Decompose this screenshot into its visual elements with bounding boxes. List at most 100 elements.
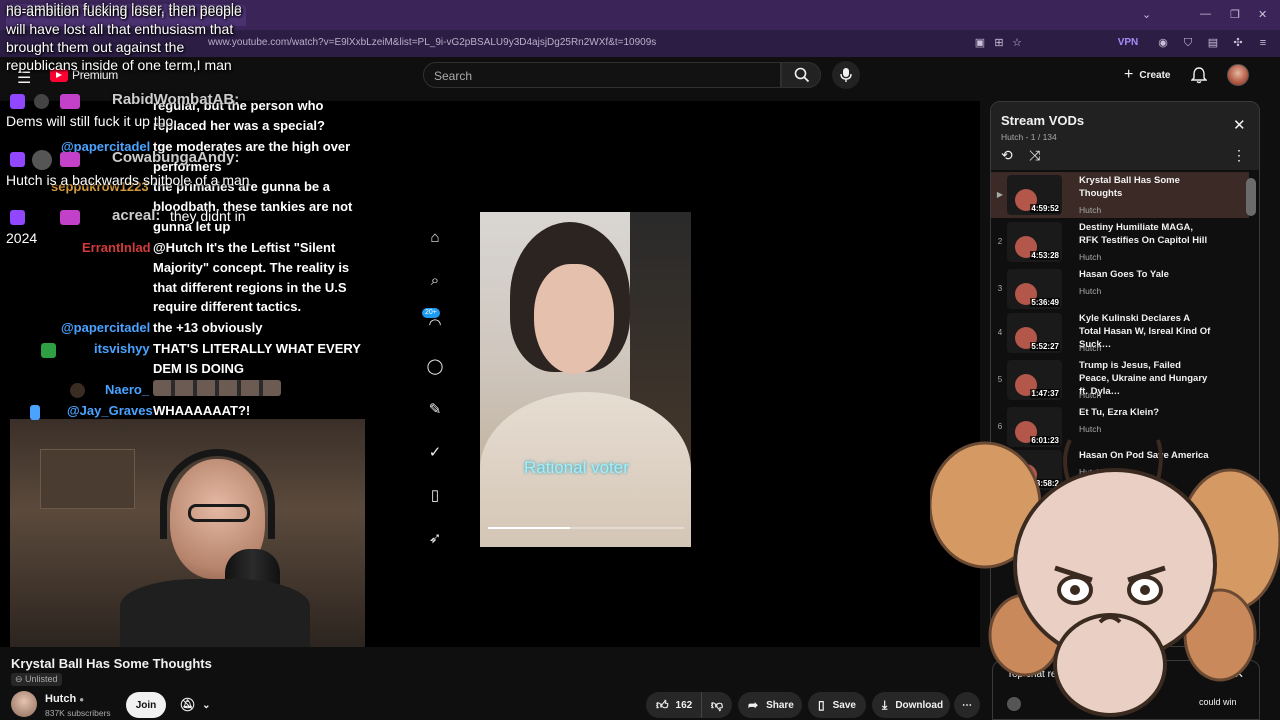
subscriber-badge <box>10 152 25 167</box>
like-button[interactable]: 👍︎ 162 <box>646 692 702 718</box>
wallet-icon[interactable]: ▤ <box>1206 36 1220 50</box>
gem-badge <box>60 210 80 225</box>
minimize-icon[interactable]: — <box>1200 8 1211 20</box>
verified-icon: ● <box>79 695 85 704</box>
playlist-header: Stream VODs Hutch - 1 / 134 ✕ ⟲ ⤨ ⋮ <box>991 102 1259 170</box>
plus-icon: + <box>1124 66 1134 83</box>
compose-icon[interactable]: ✎ <box>424 399 446 421</box>
create-button[interactable]: + Create <box>1118 63 1176 87</box>
overlay-chat-username: RabidWombatAB: <box>112 91 240 108</box>
search-placeholder: Search <box>434 69 473 83</box>
playlist-thumbnail: 5:36:49 <box>1007 269 1062 309</box>
screenshot-icon[interactable]: ▣ <box>973 36 987 50</box>
notification-icon[interactable]: ◠ 20+ <box>422 308 446 336</box>
chevron-down-icon: ⌄ <box>202 699 211 711</box>
bookmark-icon[interactable]: ▯ <box>424 485 446 507</box>
download-icon: ⤓ <box>882 697 888 712</box>
mascot-antenna-left <box>1063 439 1072 486</box>
shuffle-icon[interactable]: ⤨ <box>1029 147 1040 164</box>
verified-check-icon[interactable]: ✓ <box>424 442 446 464</box>
search-icon-clip[interactable]: ⌕ <box>424 270 446 292</box>
playlist-more-icon[interactable]: ⋮ <box>1232 147 1246 164</box>
playlist-item[interactable]: 2 4:53:28 Destiny Humiliate MAGA, RFK Te… <box>991 219 1249 265</box>
playlist-subtitle: Hutch - 1 / 134 <box>1001 132 1057 142</box>
dislike-button[interactable]: 👎︎ <box>702 698 732 713</box>
share-icon: ➦ <box>748 698 759 712</box>
overlay-chat-line: they didnt in <box>170 208 246 224</box>
chat-message: WHAAAAAAT?! <box>153 403 251 418</box>
loop-icon[interactable]: ⟲ <box>1001 147 1013 164</box>
tab-dropdown-icon[interactable]: ⌄ <box>1142 8 1151 21</box>
create-label: Create <box>1139 69 1171 81</box>
microphone-icon <box>840 68 852 82</box>
playlist-title[interactable]: Stream VODs <box>1001 113 1084 128</box>
thumbs-up-icon: 👍︎ <box>656 697 669 712</box>
join-label: Join <box>135 699 157 711</box>
playlist-index: 5 <box>997 375 1003 384</box>
like-dislike-group: 👍︎ 162 👎︎ <box>646 692 732 718</box>
overlay-chat-username: acreal: <box>112 207 161 224</box>
playlist-item[interactable]: 5 1:47:37 Trump is Jesus, Failed Peace, … <box>991 357 1249 403</box>
search-button[interactable] <box>781 62 821 88</box>
chat-message: THAT'S LITERALLY WHAT EVERY <box>153 341 361 356</box>
overlay-chat-line: 2024 <box>6 230 38 246</box>
overlay-chat-line: brought them out against the <box>6 39 185 55</box>
account-avatar[interactable] <box>1227 64 1249 86</box>
vpn-icon[interactable]: VPN <box>1110 36 1146 50</box>
duration: 4:53:28 <box>1030 251 1060 260</box>
download-page-icon[interactable]: ⊞ <box>992 36 1006 50</box>
duration: 4:59:52 <box>1030 204 1060 213</box>
voice-search-button[interactable] <box>832 61 860 89</box>
playlist-thumbnail: 1:47:37 <box>1007 360 1062 400</box>
gem-badge <box>60 152 80 167</box>
chat-bubble-icon[interactable]: ◯ <box>424 356 446 378</box>
share-button[interactable]: ➦ Share <box>738 692 802 718</box>
unlisted-badge: ⊖ Unlisted <box>11 673 62 686</box>
close-window-icon[interactable]: ✕ <box>1258 8 1267 21</box>
playlist-index: 3 <box>997 284 1003 293</box>
chat-message: Majority" concept. The reality is <box>153 260 350 275</box>
chat-username: @papercitadel <box>61 320 151 335</box>
bell-off-icon: 🔕︎ <box>179 697 197 712</box>
save-button[interactable]: ▯ Save <box>808 692 866 718</box>
subscriber-badge <box>10 210 25 225</box>
search-input[interactable]: Search <box>423 62 781 88</box>
playlist-item-channel: Hutch <box>1079 286 1102 296</box>
moth-mascot-overlay <box>930 439 1280 717</box>
playlist-item-channel: Hutch <box>1079 343 1102 353</box>
link-icon: ⊖ <box>15 674 26 684</box>
bookmark-star-icon[interactable]: ☆ <box>1010 36 1024 50</box>
playlist-item[interactable]: 4 5:52:27 Kyle Kulinski Declares A Total… <box>991 310 1249 356</box>
menu-icon[interactable]: ≡ <box>1256 36 1270 50</box>
profile-icon[interactable]: ◉ <box>1156 36 1170 50</box>
subscribed-notifications-button[interactable]: 🔕︎ ⌄ <box>172 692 218 718</box>
playlist-scrollbar[interactable] <box>1246 178 1256 216</box>
chat-message: require different tactics. <box>153 299 302 314</box>
now-playing-icon: ▶ <box>996 190 1004 199</box>
chat-message: the +13 obviously <box>153 320 263 335</box>
playlist-index: 4 <box>997 328 1003 337</box>
overlay-chat: no-ambition fucking loser, then people w… <box>0 0 290 250</box>
playlist-item-title: Destiny Humiliate MAGA, RFK Testifies On… <box>1079 222 1208 246</box>
playlist-item[interactable]: 3 5:36:49 Hasan Goes To Yale Hutch <box>991 266 1249 312</box>
close-playlist-icon[interactable]: ✕ <box>1233 116 1246 134</box>
notifications-bell-icon[interactable] <box>1191 67 1207 84</box>
playlist-item[interactable]: ▶ 4:59:52 Krystal Ball Has Some Thoughts… <box>991 172 1249 218</box>
rocket-icon[interactable]: ➶ <box>424 528 446 550</box>
maximize-icon[interactable]: ❐ <box>1230 8 1240 21</box>
save-playlist-icon: ▯ <box>818 698 825 712</box>
overlay-chat-line: Dems will still fuck it up tho <box>6 113 174 129</box>
wrench-badge <box>30 405 40 420</box>
home-icon[interactable]: ⌂ <box>424 227 446 249</box>
search-icon <box>794 67 810 83</box>
playlist-thumbnail: 4:59:52 <box>1007 175 1062 215</box>
shield-icon[interactable]: ⛉ <box>1181 36 1195 50</box>
channel-avatar[interactable] <box>11 691 37 717</box>
channel-name[interactable]: Hutch ● <box>45 693 84 705</box>
join-button[interactable]: Join <box>126 692 166 718</box>
extensions-icon[interactable]: ✣ <box>1231 36 1245 50</box>
thumbs-down-icon: 👎︎ <box>710 697 724 712</box>
share-label: Share <box>766 699 794 711</box>
chat-message: that different regions in the U.S <box>153 280 347 295</box>
mascot-body <box>1053 613 1167 717</box>
